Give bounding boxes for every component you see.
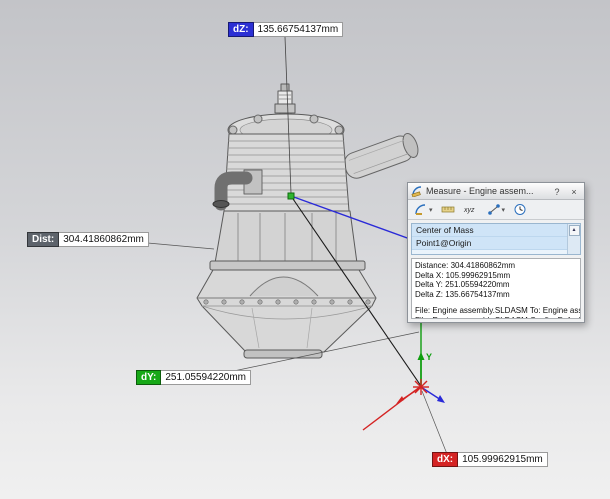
callout-dy-value: 251.05594220mm (161, 370, 251, 385)
units-precision-button[interactable] (438, 201, 458, 218)
chevron-down-icon: ▾ (429, 206, 433, 214)
measurement-history-button[interactable] (510, 201, 530, 218)
result-delta-z: Delta Z: 135.66754137mm (415, 289, 510, 299)
callout-dz-tag: dZ: (228, 22, 254, 37)
measure-icon (411, 186, 422, 197)
callout-dist-value: 304.41860862mm (59, 232, 149, 247)
result-delta-x: Delta X: 105.99962915mm (415, 270, 511, 280)
selection-item-center-of-mass[interactable]: Center of Mass (412, 224, 567, 237)
y-axis-arrow (417, 352, 425, 360)
close-button[interactable]: × (567, 185, 581, 198)
dialog-title: Measure - Engine assem... (426, 186, 534, 196)
origin-star-icon (413, 379, 429, 395)
measurement-history-icon (514, 204, 526, 215)
arc-measurements-button[interactable]: ▾ (411, 201, 436, 218)
point-to-point-icon (487, 204, 500, 215)
callout-dx-value: 105.99962915mm (458, 452, 548, 467)
dialog-titlebar[interactable]: Measure - Engine assem... ? × (408, 183, 584, 200)
callout-dx-tag: dX: (432, 452, 459, 467)
selection-collapse-button[interactable]: ▴ (568, 225, 580, 236)
y-axis-label: Y (426, 352, 432, 362)
result-distance: Distance: 304.41860862mm (415, 261, 516, 270)
engine-model[interactable] (196, 83, 421, 359)
oil-pan[interactable] (196, 269, 377, 359)
callout-dx[interactable]: dX: 105.99962915mm (432, 452, 548, 467)
callout-dy-tag: dY: (136, 370, 162, 385)
show-xyz-icon: xyz (463, 207, 475, 214)
units-precision-icon (441, 206, 454, 213)
callout-dy[interactable]: dY: 251.05594220mm (136, 370, 251, 385)
exhaust-pipe[interactable] (341, 131, 421, 181)
callout-dist-tag: Dist: (27, 232, 60, 247)
center-of-mass-marker[interactable] (287, 192, 295, 200)
dialog-toolbar: ▾ xyz ▾ (408, 200, 584, 220)
crankcase[interactable] (209, 210, 366, 271)
point-to-point-button[interactable]: ▾ (484, 201, 509, 218)
solidworks-viewport[interactable]: Y dZ: 135.66754137mm Dist: 304.41860862m… (0, 0, 610, 499)
selection-scroll-strip: ▴ (567, 224, 580, 254)
z-axis (420, 386, 442, 401)
svg-text:xyz: xyz (463, 207, 475, 214)
result-file-config: File: Engine assembly.SLDASM Config: Def… (415, 316, 580, 319)
z-axis-arrow (437, 395, 445, 403)
result-file-to: File: Engine assembly.SLDASM To: Engine … (415, 306, 580, 315)
callout-dist[interactable]: Dist: 304.41860862mm (27, 232, 149, 247)
callout-dz[interactable]: dZ: 135.66754137mm (228, 22, 344, 37)
result-delta-y: Delta Y: 251.05594220mm (415, 280, 510, 289)
selection-item-point1-origin[interactable]: Point1@Origin (412, 237, 567, 250)
callout-dz-value: 135.66754137mm (253, 22, 344, 37)
show-xyz-button[interactable]: xyz (460, 201, 482, 218)
chevron-down-icon: ▾ (501, 206, 506, 214)
selection-list[interactable]: Center of Mass Point1@Origin (412, 224, 567, 254)
help-button[interactable]: ? (550, 185, 564, 198)
results-panel: Distance: 304.41860862mm Delta X: 105.99… (411, 258, 581, 319)
arc-measurements-icon (415, 204, 426, 215)
selection-box: Center of Mass Point1@Origin ▴ (411, 223, 581, 255)
measure-dialog[interactable]: Measure - Engine assem... ? × ▾ xyz ▾ Ce… (407, 182, 585, 323)
